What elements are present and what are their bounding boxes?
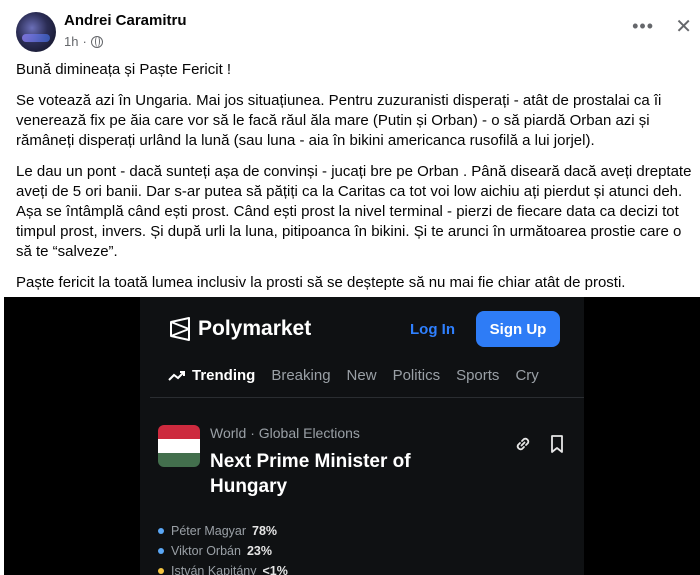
globe-icon [90, 35, 103, 48]
nav-divider [150, 397, 584, 398]
outcome-name: Viktor Orbán [171, 544, 241, 558]
post-paragraph: Paște fericit la toată lumea inclusiv la… [16, 274, 626, 291]
bookmark-icon [551, 435, 563, 453]
post-paragraph: Bună dimineața și Paște Fericit ! [16, 61, 232, 78]
post-header: Andrei Caramitru 1h · ••• ✕ [14, 8, 694, 54]
outcome-percent: 78% [252, 524, 278, 538]
nav-new: New [346, 367, 377, 384]
market-category: World · Global Elections [210, 425, 360, 441]
signup-button: Sign Up [476, 311, 560, 347]
outcome-name: István Kapitány [171, 564, 257, 575]
login-button: Log In [410, 321, 455, 338]
post-meta: 1h · [64, 34, 103, 49]
polymarket-brand: Polymarket [198, 317, 312, 340]
outcome-dot [158, 548, 164, 554]
outcome-name: Péter Magyar [171, 524, 247, 538]
meta-separator: · [82, 34, 87, 49]
hungary-flag [158, 425, 200, 467]
author-name[interactable]: Andrei Caramitru [64, 12, 187, 29]
outcome-row: István Kapitány <1% [158, 561, 288, 575]
nav-crypto: Cry [515, 367, 539, 384]
polymarket-logo-icon [170, 317, 190, 341]
polymarket-screenshot: Polymarket Log In Sign Up Trending Break… [140, 297, 584, 575]
market-title: Next Prime Minister of Hungary [210, 451, 411, 497]
nav-breaking: Breaking [271, 367, 331, 384]
post-text: Bună dimineața și Paște Fericit ! Se vot… [16, 60, 692, 304]
outcome-percent: 23% [246, 544, 272, 558]
outcome-list: Péter Magyar 78% Viktor Orbán 23% István… [158, 521, 288, 575]
post-time[interactable]: 1h [64, 34, 78, 49]
nav-trending: Trending [192, 367, 256, 384]
avatar[interactable] [16, 12, 56, 52]
flag-stripe-white [158, 439, 200, 453]
post-image[interactable]: Polymarket Log In Sign Up Trending Break… [4, 297, 700, 575]
close-icon[interactable]: ✕ [675, 14, 692, 39]
outcome-dot [158, 568, 164, 574]
nav-sports: Sports [456, 367, 500, 384]
outcome-dot [158, 528, 164, 534]
link-icon [516, 437, 530, 451]
outcome-row: Viktor Orbán 23% [158, 541, 288, 561]
post-paragraph: Se votează azi în Ungaria. Mai jos situa… [16, 92, 662, 149]
post-paragraph: Le dau un pont - dacă sunteți așa de con… [16, 163, 692, 260]
outcome-percent: <1% [262, 564, 288, 575]
more-options-icon[interactable]: ••• [632, 16, 654, 37]
nav-politics: Politics [392, 367, 441, 384]
outcome-row: Péter Magyar 78% [158, 521, 288, 541]
polymarket-nav: Trending Breaking New Politics Sports Cr… [168, 367, 555, 384]
trending-icon [168, 370, 185, 381]
flag-stripe-red [158, 425, 200, 439]
flag-stripe-green [158, 453, 200, 467]
